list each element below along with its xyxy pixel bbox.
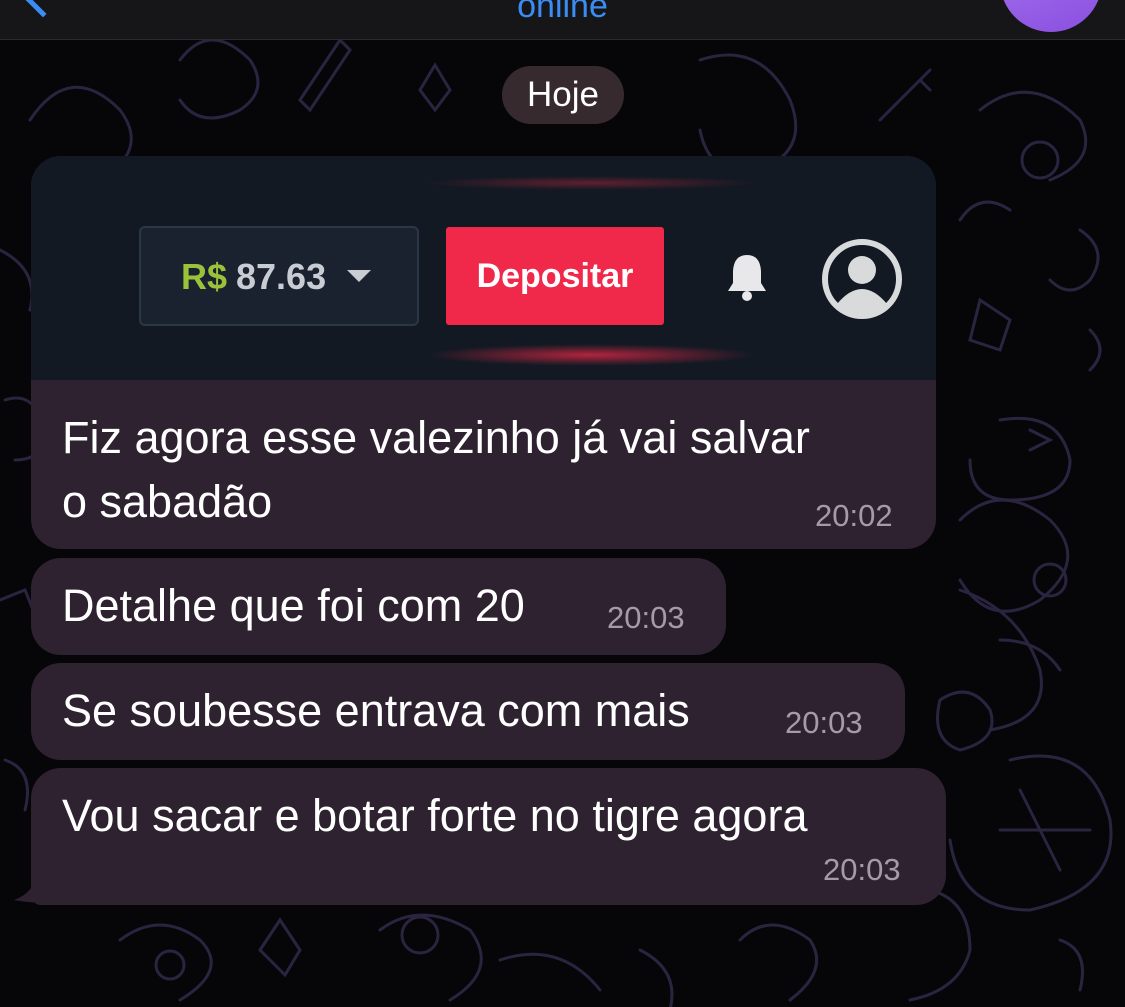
message-time: 20:03 — [607, 600, 685, 635]
balance-dropdown: R$ 87.63 — [139, 226, 419, 326]
message-time: 20:03 — [785, 705, 863, 740]
message-bubble[interactable]: Se soubesse entrava com mais 20:03 — [31, 663, 905, 760]
avatar[interactable] — [1000, 0, 1102, 32]
balance-value: 87.63 — [236, 256, 327, 297]
photo-caption-line2: o sabadão — [62, 476, 273, 527]
date-separator: Hoje — [502, 66, 624, 124]
message-bubble[interactable]: Vou sacar e botar forte no tigre agora 2… — [31, 768, 946, 905]
message-text: Se soubesse entrava com mais — [62, 685, 690, 736]
message-time: 20:03 — [823, 852, 901, 887]
chat-screen: online Hoje R$ 87.63 Depositar Fiz agora… — [0, 0, 1125, 1007]
message-bubble[interactable]: Detalhe que foi com 20 20:03 — [31, 558, 726, 655]
bell-icon — [728, 255, 766, 301]
photo-attachment[interactable]: R$ 87.63 Depositar — [31, 156, 936, 380]
message-time: 20:02 — [815, 498, 893, 533]
currency-label: R$ — [181, 256, 228, 297]
profile-icon — [822, 239, 902, 319]
photo-caption-line1: Fiz agora esse valezinho já vai salvar — [62, 412, 810, 463]
caret-down-icon — [347, 270, 371, 282]
photo-glow-bottom — [426, 344, 756, 366]
deposit-button: Depositar — [446, 227, 664, 325]
photo-glow-top — [421, 176, 761, 190]
contact-status: online — [517, 0, 608, 25]
message-text: Detalhe que foi com 20 — [62, 580, 525, 631]
chat-header: online — [0, 0, 1125, 40]
message-text: Vou sacar e botar forte no tigre agora — [62, 790, 808, 841]
photo-message-bubble[interactable]: R$ 87.63 Depositar Fiz agora esse valezi… — [31, 156, 936, 549]
